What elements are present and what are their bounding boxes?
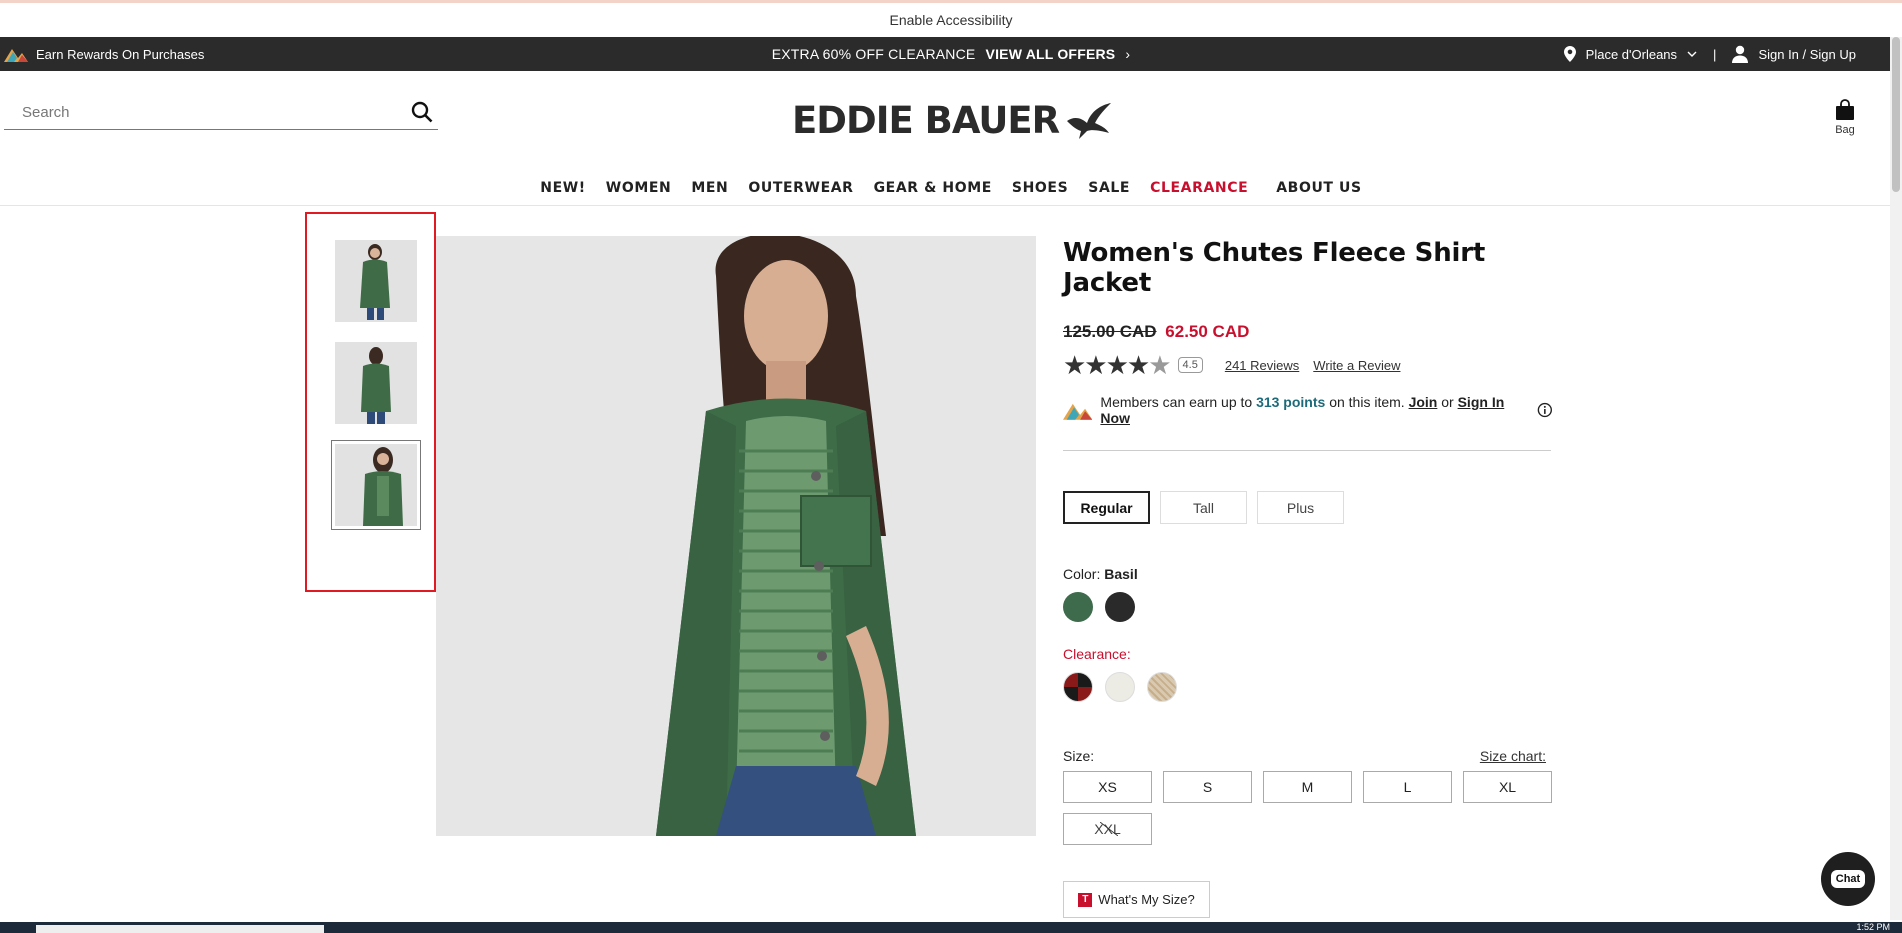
join-link[interactable]: Join	[1409, 394, 1438, 410]
color-swatch[interactable]	[1063, 592, 1093, 622]
size-option-xl[interactable]: XL	[1463, 771, 1552, 803]
rating-row: ★★★★★ 4.5 241 Reviews Write a Review	[1063, 350, 1553, 380]
size-option-m[interactable]: M	[1263, 771, 1352, 803]
search-icon[interactable]	[406, 96, 438, 128]
size-option-xxl[interactable]: XXL	[1063, 813, 1152, 845]
product-thumbnail-front[interactable]	[335, 240, 417, 322]
user-icon	[1732, 45, 1749, 63]
star-rating-icon: ★★★★★	[1063, 350, 1172, 380]
goose-logo-icon	[1067, 102, 1112, 139]
account-area: Place d'Orleans | Sign In / Sign Up	[1563, 45, 1856, 63]
search-bar	[4, 95, 438, 130]
selected-color-swatch[interactable]	[1063, 592, 1093, 622]
original-price: 125.00 CAD	[1063, 322, 1157, 341]
nav-item-about-us[interactable]: ABOUT US	[1266, 178, 1371, 205]
nav-item-men[interactable]: MEN	[681, 178, 738, 205]
clearance-swatches	[1063, 672, 1553, 702]
fit-option-plus[interactable]: Plus	[1257, 491, 1344, 524]
product-main-image[interactable]	[436, 236, 1036, 836]
members-points: 313 points	[1256, 394, 1326, 410]
section-divider	[1063, 450, 1551, 451]
size-option-l[interactable]: L	[1363, 771, 1452, 803]
view-all-offers-link[interactable]: VIEW ALL OFFERS	[986, 46, 1116, 62]
chat-label: Chat	[1830, 870, 1866, 888]
scrollbar-thumb[interactable]	[1892, 37, 1900, 192]
eddie-bauer-logo[interactable]: EDDIE BAUER	[792, 99, 1113, 142]
clearance-color-swatch[interactable]	[1063, 672, 1093, 702]
size-option-xs[interactable]: XS	[1063, 771, 1152, 803]
nav-item-gear-home[interactable]: GEAR & HOME	[864, 178, 1002, 205]
chevron-right-icon: ›	[1125, 46, 1131, 62]
nav-item-sale[interactable]: SALE	[1078, 178, 1140, 205]
nav-item-women[interactable]: WOMEN	[596, 178, 682, 205]
thumbnail-image	[335, 342, 417, 424]
write-review-link[interactable]: Write a Review	[1313, 358, 1400, 373]
sign-in-link[interactable]: Sign In / Sign Up	[1758, 47, 1856, 62]
promo-bar: Earn Rewards On Purchases EXTRA 60% OFF …	[0, 37, 1902, 71]
product-thumbnail-back[interactable]	[335, 342, 417, 424]
os-taskbar: 1:52 PM	[0, 922, 1902, 933]
site-header: EDDIE BAUER Bag	[0, 71, 1902, 178]
taskbar-search[interactable]	[36, 925, 324, 933]
size-option-s[interactable]: S	[1163, 771, 1252, 803]
bag-label: Bag	[1835, 124, 1855, 136]
promo-separator: |	[1713, 46, 1717, 62]
size-header: Size: Size chart:	[1063, 748, 1546, 764]
header-divider	[0, 205, 1902, 206]
members-text-start: Members can earn up to	[1100, 394, 1253, 410]
info-icon[interactable]	[1537, 402, 1553, 418]
whats-my-size-label: What's My Size?	[1098, 892, 1195, 907]
thumbnail-image	[335, 240, 417, 322]
or-text: or	[1441, 394, 1454, 410]
chevron-down-icon	[1687, 51, 1697, 57]
nav-item-shoes[interactable]: SHOES	[1002, 178, 1078, 205]
color-label: Color: Basil	[1063, 566, 1553, 582]
clearance-label: Clearance:	[1063, 646, 1131, 662]
true-fit-logo-icon: T	[1078, 892, 1093, 907]
chat-button[interactable]: Chat	[1821, 852, 1875, 906]
rating-value: 4.5	[1177, 357, 1203, 373]
whats-my-size-button[interactable]: T What's My Size?	[1063, 881, 1210, 918]
fit-selector: Regular Tall Plus	[1063, 491, 1553, 524]
promo-clearance-text: EXTRA 60% OFF CLEARANCE	[771, 46, 976, 62]
fit-option-regular[interactable]: Regular	[1063, 491, 1150, 524]
shopping-bag-icon	[1836, 99, 1854, 120]
mountain-logo-icon	[1063, 403, 1093, 420]
clearance-color-swatch[interactable]	[1105, 672, 1135, 702]
main-nav: NEW! WOMEN MEN OUTERWEAR GEAR & HOME SHOES SAL…	[0, 178, 1902, 205]
reviews-link[interactable]: 241 Reviews	[1225, 358, 1299, 373]
nav-item-clearance[interactable]: CLEARANCE	[1140, 178, 1258, 205]
store-location-link[interactable]: Place d'Orleans	[1586, 47, 1677, 62]
size-chart-link[interactable]: Size chart:	[1480, 748, 1546, 764]
sale-price: 62.50 CAD	[1165, 322, 1250, 341]
product-thumbnail-closeup[interactable]	[331, 440, 421, 530]
product-price: 125.00 CAD 62.50 CAD	[1063, 322, 1553, 342]
location-pin-icon	[1563, 46, 1576, 62]
nav-item-outerwear[interactable]: OUTERWEAR	[738, 178, 863, 205]
model-photo	[436, 236, 1036, 836]
product-title: Women's Chutes Fleece Shirt Jacket	[1063, 238, 1486, 298]
color-swatches	[1063, 592, 1553, 622]
color-value: Basil	[1104, 566, 1138, 582]
size-label: Size:	[1063, 748, 1095, 764]
bag-button[interactable]: Bag	[1835, 99, 1855, 136]
members-text-end: on this item.	[1329, 394, 1405, 410]
thumbnail-image	[335, 444, 417, 526]
logo-text: EDDIE BAUER	[792, 99, 1060, 142]
enable-accessibility-label: Enable Accessibility	[889, 12, 1013, 28]
clearance-color-swatch[interactable]	[1147, 672, 1177, 702]
taskbar-clock: 1:52 PM	[1856, 922, 1890, 932]
thumbnail-highlight-frame	[305, 212, 436, 592]
page-scrollbar[interactable]	[1890, 37, 1902, 920]
nav-item-new[interactable]: NEW!	[530, 178, 596, 205]
members-text: Members can earn up to 313 points on thi…	[1100, 394, 1529, 426]
color-swatch[interactable]	[1105, 592, 1135, 622]
color-label-text: Color:	[1063, 566, 1101, 582]
enable-accessibility-link[interactable]: Enable Accessibility	[0, 0, 1902, 37]
product-info: Women's Chutes Fleece Shirt Jacket 125.0…	[1063, 238, 1553, 918]
fit-option-tall[interactable]: Tall	[1160, 491, 1247, 524]
search-input[interactable]	[4, 103, 406, 121]
size-selector: XS S M L XL XXL	[1063, 771, 1563, 845]
members-rewards-row: Members can earn up to 313 points on thi…	[1063, 394, 1553, 426]
